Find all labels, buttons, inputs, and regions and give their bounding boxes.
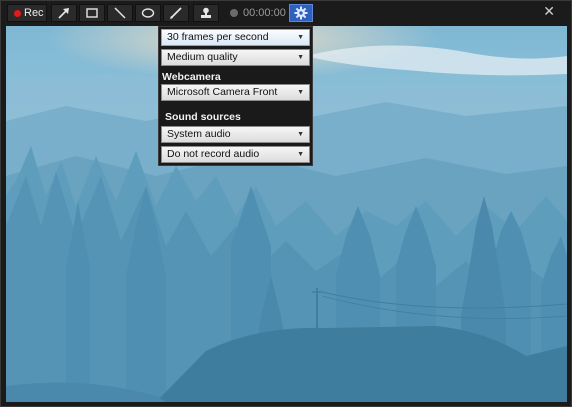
stamp-tool-button[interactable] — [193, 4, 219, 22]
chevron-down-icon: ▼ — [297, 131, 304, 138]
quality-select[interactable]: Medium quality ▼ — [161, 49, 310, 66]
chevron-down-icon: ▼ — [297, 34, 304, 41]
ellipse-tool-button[interactable] — [135, 4, 161, 22]
timer-status-icon — [230, 9, 238, 17]
toolbar: Rec 00:00:00 ✕ — [1, 1, 572, 25]
timer: 00:00:00 — [230, 5, 286, 21]
recorder-window: Rec 00:00:00 ✕ 30 frames per second ▼ Me… — [0, 0, 572, 407]
timer-value: 00:00:00 — [243, 7, 286, 19]
audio-record-value: Do not record audio — [167, 148, 260, 160]
sound-sources-label: Sound sources — [165, 111, 241, 123]
audio-record-select[interactable]: Do not record audio ▼ — [161, 146, 310, 163]
sound-source-value: System audio — [167, 128, 231, 140]
rectangle-tool-button[interactable] — [79, 4, 105, 22]
record-dot-icon — [14, 9, 21, 17]
chevron-down-icon: ▼ — [297, 89, 304, 96]
quality-value: Medium quality — [167, 51, 238, 63]
stamp-icon — [201, 7, 211, 18]
sound-source-select[interactable]: System audio ▼ — [161, 126, 310, 143]
framerate-select[interactable]: 30 frames per second ▼ — [161, 29, 310, 46]
chevron-down-icon: ▼ — [297, 151, 304, 158]
ellipse-icon — [141, 8, 155, 18]
line-tool-button[interactable] — [107, 4, 133, 22]
line-icon — [114, 7, 126, 19]
record-label: Rec — [24, 7, 44, 19]
framerate-value: 30 frames per second — [167, 31, 269, 43]
rectangle-icon — [86, 8, 98, 18]
gear-icon — [294, 6, 308, 20]
pen-tool-button[interactable] — [163, 4, 189, 22]
chevron-down-icon: ▼ — [297, 54, 304, 61]
close-icon: ✕ — [543, 3, 555, 19]
webcam-value: Microsoft Camera Front — [167, 86, 278, 98]
webcam-select[interactable]: Microsoft Camera Front ▼ — [161, 84, 310, 101]
close-button[interactable]: ✕ — [543, 3, 555, 19]
pen-icon — [170, 7, 182, 19]
settings-button[interactable] — [289, 4, 313, 22]
record-button[interactable]: Rec — [7, 4, 47, 22]
arrow-icon — [58, 8, 69, 19]
webcam-label: Webcamera — [162, 71, 221, 83]
settings-panel: 30 frames per second ▼ Medium quality ▼ … — [158, 26, 313, 166]
arrow-tool-button[interactable] — [51, 4, 77, 22]
